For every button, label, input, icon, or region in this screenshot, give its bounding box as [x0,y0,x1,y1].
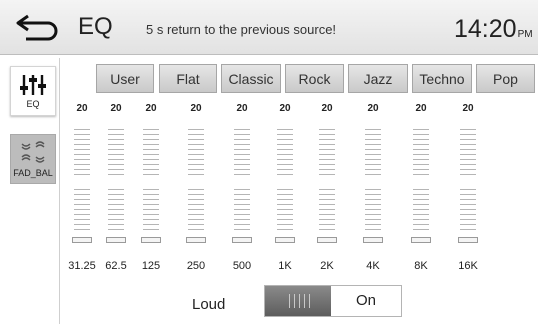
speakers-icon [21,141,45,163]
sidebar-item-fad-bal[interactable]: FAD_BAL [10,134,56,184]
page-title: EQ [78,13,113,40]
header-bar: EQ 5 s return to the previous source! 14… [0,0,538,55]
band-gain: 20 [110,103,122,114]
slider-knob[interactable] [458,237,478,243]
clock-ampm: PM [517,29,533,40]
band-frequency: 1K [278,260,292,272]
return-hint: 5 s return to the previous source! [146,22,337,37]
band-frequency: 125 [141,260,161,272]
preset-rock[interactable]: Rock [285,64,344,93]
clock: 14:20PM [454,15,533,44]
band-frequency: 2K [320,260,334,272]
band-gain: 20 [236,103,248,114]
sidebar: EQ FAD_BAL [4,58,60,324]
band-slider[interactable] [186,121,206,244]
loud-toggle[interactable]: On [264,285,402,317]
band-slider[interactable] [72,121,92,244]
slider-knob[interactable] [363,237,383,243]
slider-knob[interactable] [186,237,206,243]
loud-label: Loud [192,296,226,313]
slider-knob[interactable] [317,237,337,243]
preset-classic[interactable]: Classic [221,64,281,93]
band-gain: 20 [367,103,379,114]
band-gain: 20 [76,103,88,114]
slider-knob[interactable] [275,237,295,243]
band-slider[interactable] [106,121,126,244]
band-slider[interactable] [275,121,295,244]
sidebar-item-eq[interactable]: EQ [10,66,56,116]
band-gain: 20 [321,103,333,114]
toggle-knob[interactable] [265,286,331,316]
slider-knob[interactable] [106,237,126,243]
band-gain: 20 [145,103,157,114]
band-slider[interactable] [232,121,252,244]
band-slider[interactable] [317,121,337,244]
preset-flat[interactable]: Flat [159,64,217,93]
loud-state: On [355,292,376,309]
clock-time: 14:20 [454,15,517,43]
band-gain: 20 [462,103,474,114]
preset-user[interactable]: User [96,64,154,93]
band-slider[interactable] [411,121,431,244]
slider-knob[interactable] [72,237,92,243]
band-frequency: 4K [366,260,380,272]
band-gain: 20 [415,103,427,114]
band-gain: 20 [190,103,202,114]
band-frequency: 62.5 [105,260,127,272]
band-frequency: 500 [232,260,252,272]
preset-techno[interactable]: Techno [412,64,472,93]
equalizer-icon [20,75,46,95]
slider-knob[interactable] [141,237,161,243]
sidebar-item-label: EQ [26,99,40,109]
band-slider[interactable] [363,121,383,244]
preset-jazz[interactable]: Jazz [348,64,408,93]
band-frequency: 16K [458,260,478,272]
band-frequency: 8K [414,260,428,272]
band-frequency: 250 [186,260,206,272]
band-slider[interactable] [141,121,161,244]
preset-pop[interactable]: Pop [476,64,535,93]
band-slider[interactable] [458,121,478,244]
slider-knob[interactable] [411,237,431,243]
back-icon[interactable] [14,10,64,44]
slider-knob[interactable] [232,237,252,243]
sidebar-item-label: FAD_BAL [13,168,53,178]
band-gain: 20 [279,103,291,114]
